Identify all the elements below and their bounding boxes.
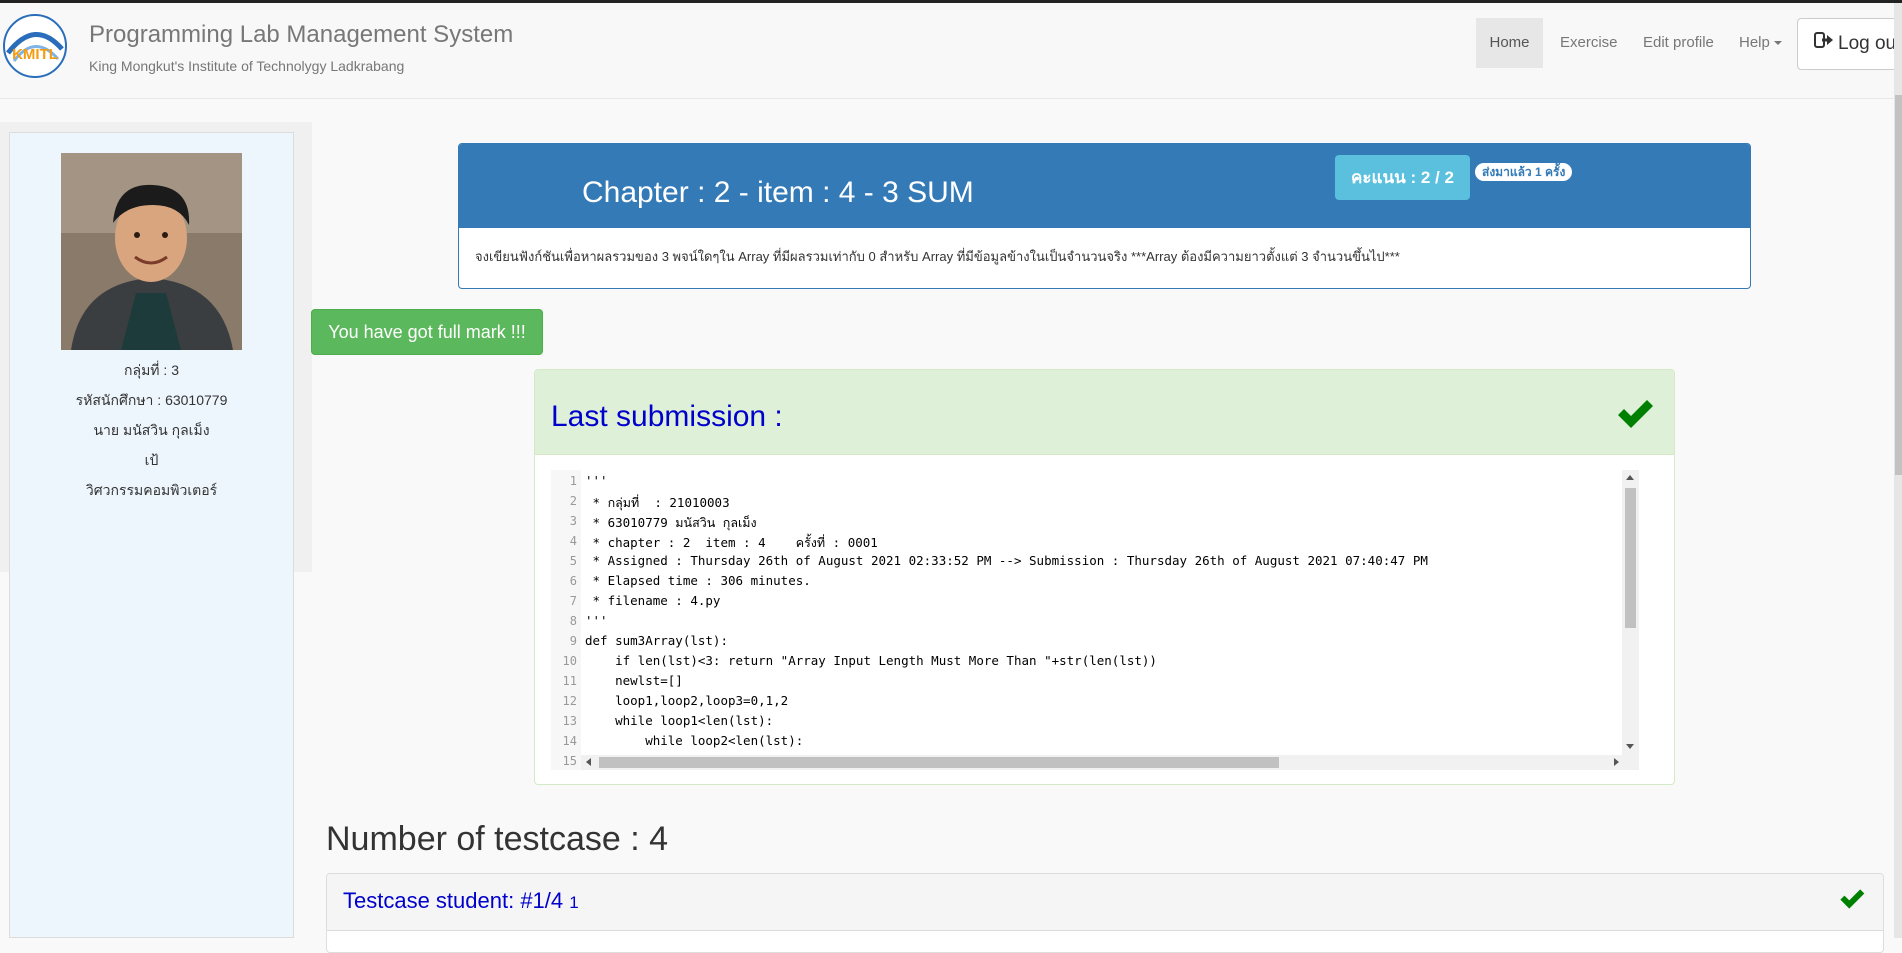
line-number: 6 xyxy=(569,574,577,588)
line-number: 15 xyxy=(562,754,577,768)
last-submission-panel: Last submission : 1 2 3 4 5 6 7 8 9 10 11 12 13 14 15 … xyxy=(534,369,1675,785)
scroll-right-icon[interactable] xyxy=(1614,758,1619,766)
app-subtitle: King Mongkut's Institute of Technolygy L… xyxy=(89,58,405,74)
code-line: ''' xyxy=(585,473,608,488)
code-line: if len(lst)<3: return "Array Input Lengt… xyxy=(585,653,1157,668)
code-line: * filename : 4.py xyxy=(585,593,721,608)
code-line: while loop1<len(lst): xyxy=(585,713,774,728)
line-number: 8 xyxy=(569,614,577,628)
line-number: 13 xyxy=(562,714,577,728)
code-line: loop1,loop2,loop3=0,1,2 xyxy=(585,693,789,708)
app-title[interactable]: Programming Lab Management System xyxy=(89,21,513,49)
line-number: 7 xyxy=(569,594,577,608)
full-mark-button[interactable]: You have got full mark !!! xyxy=(311,309,543,355)
testcase-count-heading: Number of testcase : 4 xyxy=(326,820,669,858)
code-horizontal-scrollbar-thumb[interactable] xyxy=(599,757,1279,768)
line-number: 12 xyxy=(562,694,577,708)
code-line: * กลุ่มที่ : 21010003 xyxy=(585,495,730,510)
code-line: newlst=[] xyxy=(585,673,683,688)
sign-out-icon xyxy=(1814,19,1834,69)
chapter-title: Chapter : 2 - item : 4 - 3 SUM xyxy=(582,176,974,209)
student-avatar xyxy=(61,153,242,350)
check-icon xyxy=(1839,888,1865,915)
chapter-panel-heading: Chapter : 2 - item : 4 - 3 SUM คะแนน : 2… xyxy=(459,144,1750,228)
page-scrollbar-thumb[interactable] xyxy=(1895,95,1902,475)
submission-count-badge: ส่งมาแล้ว 1 ครั้ง xyxy=(1475,163,1573,181)
testcase-panel: Testcase student: #1/4 1 xyxy=(326,873,1884,953)
scroll-up-icon[interactable] xyxy=(1626,475,1634,480)
line-number: 5 xyxy=(569,554,577,568)
line-number: 4 xyxy=(569,534,577,548)
nav-help[interactable]: Help xyxy=(1739,18,1782,68)
line-number: 9 xyxy=(569,634,577,648)
student-name: นาย มนัสวิน กุลเม็ง xyxy=(93,422,210,438)
last-submission-title: Last submission : xyxy=(551,400,783,433)
code-line: * Elapsed time : 306 minutes. xyxy=(585,573,811,588)
score-button[interactable]: คะแนน : 2 / 2 xyxy=(1335,155,1470,200)
line-number: 1 xyxy=(569,474,577,488)
line-number: 3 xyxy=(569,514,577,528)
testcase-count: 1 xyxy=(569,893,579,912)
student-department: วิศวกรรมคอมพิวเตอร์ xyxy=(85,482,218,498)
nav-help-label: Help xyxy=(1739,34,1770,51)
student-group: กลุ่มที่ : 3 xyxy=(124,362,179,378)
chapter-description: จงเขียนฟังก์ชันเพื่อหาผลรวมของ 3 พจน์ใดๆ… xyxy=(475,249,1400,264)
code-line: * Assigned : Thursday 26th of August 202… xyxy=(585,553,1428,568)
nav-home[interactable]: Home xyxy=(1476,18,1543,68)
line-number: 14 xyxy=(562,734,577,748)
navbar: KMITL Programming Lab Management System … xyxy=(0,3,1902,99)
code-line: * 63010779 มนัสวิน กุลเม็ง xyxy=(585,515,757,530)
code-vertical-scrollbar-thumb[interactable] xyxy=(1625,488,1636,628)
last-submission-heading: Last submission : xyxy=(535,370,1674,455)
student-nickname: เป้ xyxy=(144,452,159,468)
logo-text: KMITL xyxy=(12,46,58,63)
kmitl-logo[interactable]: KMITL xyxy=(2,13,68,79)
code-line: ''' xyxy=(585,613,608,628)
chapter-panel: Chapter : 2 - item : 4 - 3 SUM คะแนน : 2… xyxy=(458,143,1751,289)
line-number: 10 xyxy=(562,654,577,668)
testcase-title[interactable]: Testcase student: #1/4 1 xyxy=(343,888,579,914)
caret-down-icon xyxy=(1773,41,1782,46)
testcase-title-label: Testcase student: #1/4 xyxy=(343,888,564,913)
code-viewer[interactable]: 1 2 3 4 5 6 7 8 9 10 11 12 13 14 15 ''' * กลุ่มที่ : 2… xyxy=(551,470,1641,770)
nav-exercise[interactable]: Exercise xyxy=(1560,18,1618,68)
scroll-down-icon[interactable] xyxy=(1626,744,1634,749)
line-number: 2 xyxy=(569,494,577,508)
code-line: while loop2<len(lst): xyxy=(585,733,804,748)
code-line: def sum3Array(lst): xyxy=(585,633,728,648)
scroll-left-icon[interactable] xyxy=(586,758,591,766)
nav-edit-profile[interactable]: Edit profile xyxy=(1643,18,1714,68)
code-line: * chapter : 2 item : 4 ครั้งที่ : 0001 xyxy=(585,535,878,550)
check-icon xyxy=(1616,398,1654,435)
student-id: รหัสนักศึกษา : 63010779 xyxy=(75,392,228,408)
logout-label: Log out xyxy=(1838,33,1902,55)
logout-button[interactable]: Log out xyxy=(1797,18,1902,70)
line-number: 11 xyxy=(562,674,577,688)
testcase-panel-heading[interactable]: Testcase student: #1/4 1 xyxy=(327,874,1883,931)
